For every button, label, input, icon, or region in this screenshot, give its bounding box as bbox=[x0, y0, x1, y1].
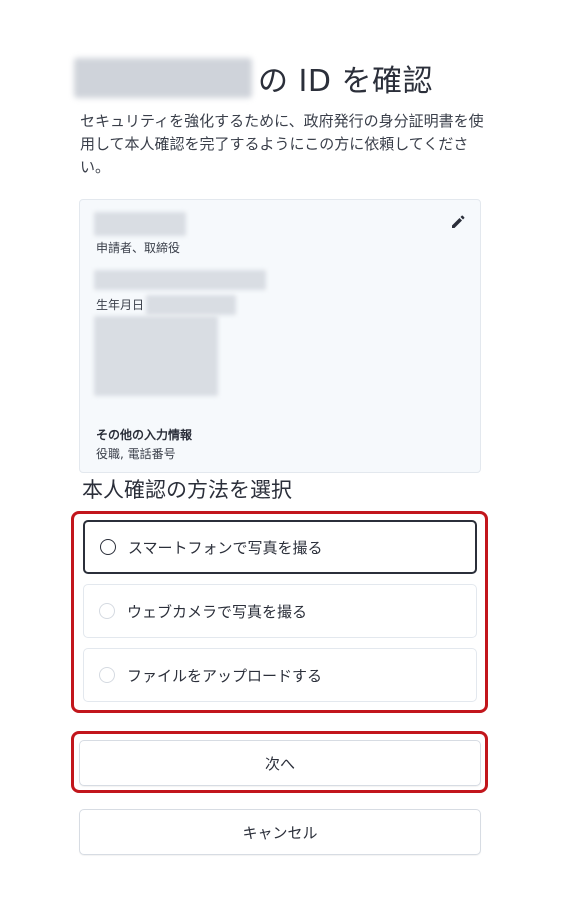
option-upload-file[interactable]: ファイルをアップロードする bbox=[83, 648, 477, 702]
other-info-title: その他の入力情報 bbox=[96, 428, 193, 442]
method-section-title: 本人確認の方法を選択 bbox=[82, 478, 292, 502]
cancel-button[interactable]: キャンセル bbox=[79, 809, 481, 855]
applicant-role: 申請者、取締役 bbox=[96, 241, 181, 255]
option-smartphone[interactable]: スマートフォンで写真を撮る bbox=[83, 520, 477, 574]
radio-button[interactable] bbox=[99, 603, 115, 619]
redacted-email bbox=[94, 270, 266, 290]
radio-button[interactable] bbox=[100, 539, 116, 555]
pencil-icon[interactable] bbox=[450, 214, 466, 230]
redacted-dob bbox=[146, 295, 236, 315]
page-title-text: の ID を確認 bbox=[258, 64, 434, 99]
other-info-items: 役職, 電話番号 bbox=[96, 447, 176, 461]
page-title: の ID を確認 bbox=[74, 56, 494, 100]
option-webcam[interactable]: ウェブカメラで写真を撮る bbox=[83, 584, 477, 638]
dob-label: 生年月日 bbox=[96, 298, 145, 312]
radio-button[interactable] bbox=[99, 667, 115, 683]
next-button[interactable]: 次へ bbox=[79, 740, 481, 786]
option-label: ウェブカメラで写真を撮る bbox=[127, 602, 308, 621]
redacted-applicant-name bbox=[74, 58, 252, 98]
page-description: セキュリティを強化するために、政府発行の身分証明書を使用して本人確認を完了するよ… bbox=[80, 112, 484, 176]
redacted-address bbox=[94, 316, 218, 396]
redacted-name bbox=[94, 212, 186, 236]
option-label: ファイルをアップロードする bbox=[127, 666, 323, 685]
applicant-info-card: 申請者、取締役 生年月日 その他の入力情報 役職, 電話番号 bbox=[79, 199, 481, 473]
option-label: スマートフォンで写真を撮る bbox=[128, 538, 323, 557]
